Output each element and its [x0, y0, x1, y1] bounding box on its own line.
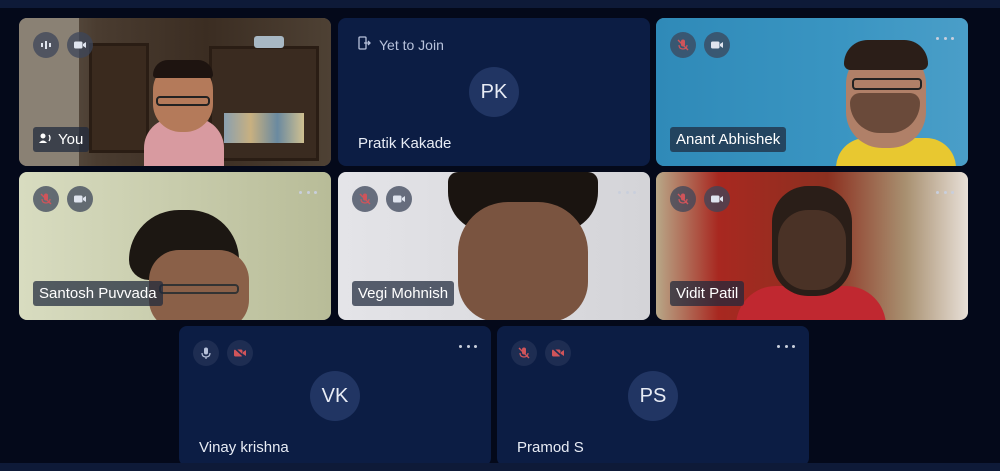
camera-off-icon[interactable] [545, 340, 571, 366]
more-options-icon[interactable] [459, 340, 477, 352]
participant-name-label: Anant Abhishek [670, 127, 787, 152]
participant-name-label: Pramod S [517, 439, 584, 456]
join-door-icon [358, 36, 371, 53]
avatar: PS [628, 371, 678, 421]
participant-tile-you[interactable]: You [19, 18, 331, 166]
more-options-icon[interactable] [777, 340, 795, 352]
mic-off-icon[interactable] [670, 186, 696, 212]
participant-tile-pratik[interactable]: Yet to Join PK Pratik Kakade [338, 18, 650, 166]
join-status: Yet to Join [358, 36, 444, 53]
mic-off-icon[interactable] [352, 186, 378, 212]
camera-icon[interactable] [67, 32, 93, 58]
participant-name-label: Vidit Patil [670, 281, 745, 306]
avatar: VK [310, 371, 360, 421]
camera-icon[interactable] [704, 32, 730, 58]
participant-tile-vinay[interactable]: VK Vinay krishna [179, 326, 491, 466]
camera-icon[interactable] [67, 186, 93, 212]
mic-off-icon[interactable] [511, 340, 537, 366]
participant-name-label: Santosh Puvvada [33, 281, 163, 306]
mic-off-icon[interactable] [33, 186, 59, 212]
camera-icon[interactable] [704, 186, 730, 212]
participant-tile-anant[interactable]: Anant Abhishek [656, 18, 968, 166]
participant-tile-vidit[interactable]: Vidit Patil [656, 172, 968, 320]
participant-tile-vegi[interactable]: Vegi Mohnish [338, 172, 650, 320]
participant-video [736, 186, 886, 320]
mic-icon[interactable] [193, 340, 219, 366]
participant-tile-pramod[interactable]: PS Pramod S [497, 326, 809, 466]
camera-icon[interactable] [386, 186, 412, 212]
speaker-icon [39, 131, 52, 148]
speaking-icon[interactable] [33, 32, 59, 58]
avatar: PK [469, 67, 519, 117]
participant-name-label: Pratik Kakade [358, 135, 452, 152]
participant-video [139, 58, 229, 166]
participant-name-label: Vegi Mohnish [352, 281, 455, 306]
top-bar [0, 0, 1000, 8]
more-options-icon[interactable] [618, 186, 636, 198]
participant-tile-santosh[interactable]: Santosh Puvvada [19, 172, 331, 320]
more-options-icon[interactable] [936, 32, 954, 44]
camera-off-icon[interactable] [227, 340, 253, 366]
mic-off-icon[interactable] [670, 32, 696, 58]
more-options-icon[interactable] [299, 186, 317, 198]
more-options-icon[interactable] [936, 186, 954, 198]
participant-video [816, 38, 956, 166]
bottom-bar [0, 463, 1000, 471]
participant-name-label: Vinay krishna [199, 439, 289, 456]
participant-name-label: You [33, 127, 90, 152]
participant-video [438, 172, 608, 320]
